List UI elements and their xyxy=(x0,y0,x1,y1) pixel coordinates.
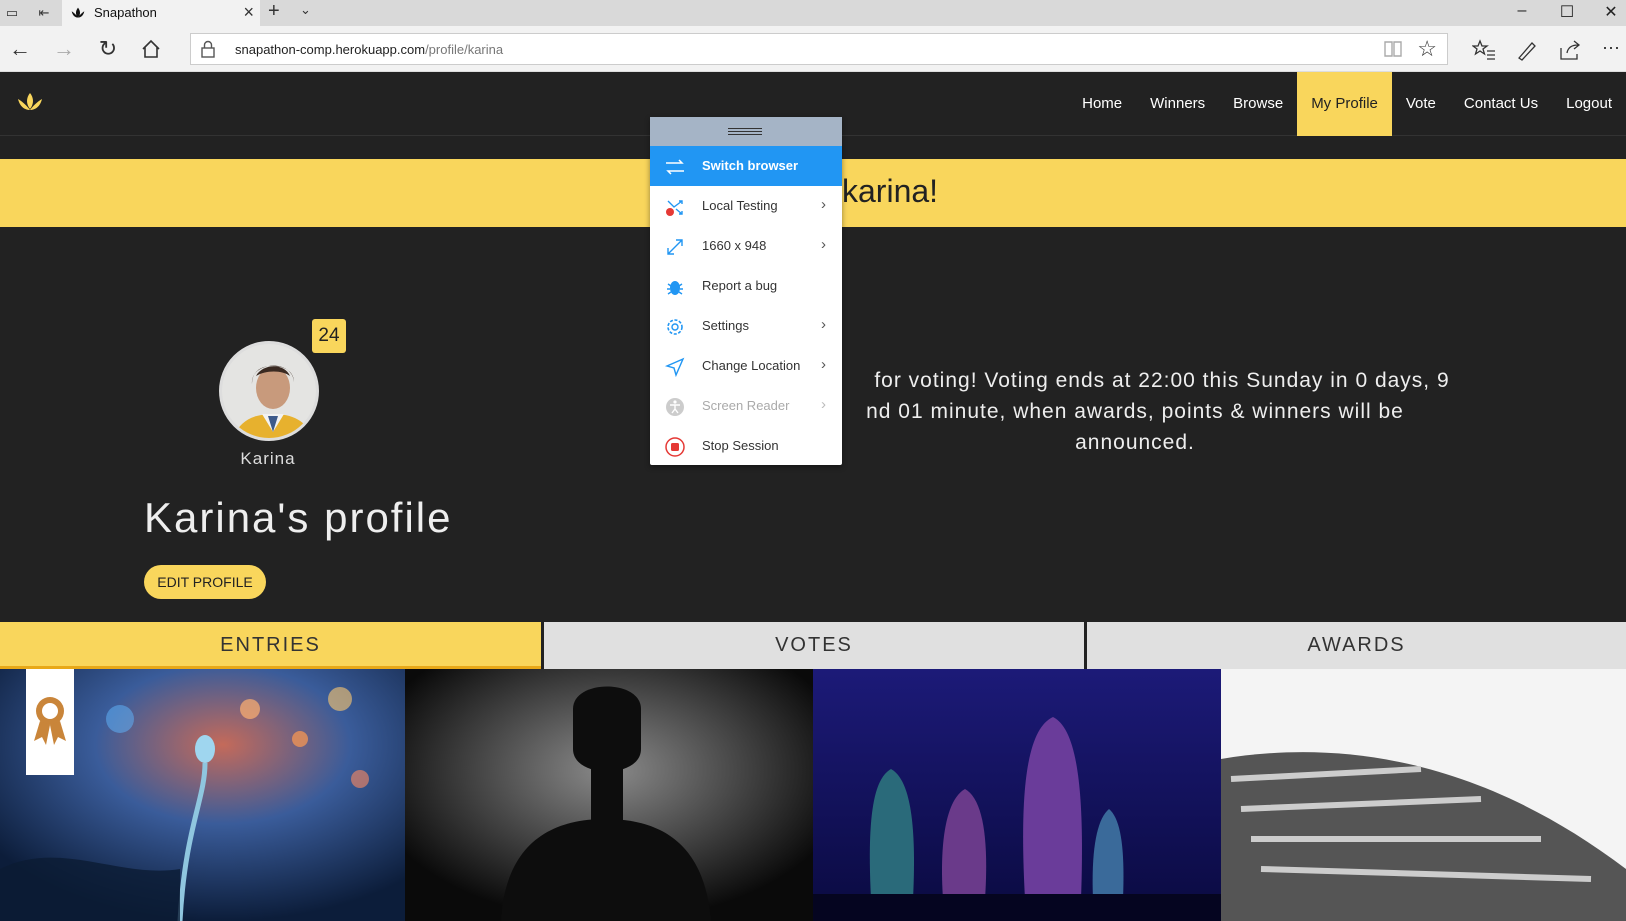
avatar[interactable] xyxy=(219,341,319,441)
tab-list-chevron-icon[interactable]: ⌄ xyxy=(300,2,311,18)
menu-item-switch-browser[interactable]: Switch browser xyxy=(650,146,842,186)
chevron-right-icon: › xyxy=(821,316,826,333)
tab-actions-icon[interactable]: ▭ xyxy=(2,3,22,23)
resize-icon xyxy=(667,239,683,255)
local-testing-icon xyxy=(666,200,683,216)
lotus-logo-icon[interactable] xyxy=(16,90,44,116)
new-tab-icon[interactable]: + xyxy=(268,0,280,23)
profile-tabs: ENTRIES VOTES AWARDS xyxy=(0,622,1626,669)
nav-vote[interactable]: Vote xyxy=(1392,72,1450,136)
switch-browser-icon xyxy=(666,159,684,175)
nav-logout[interactable]: Logout xyxy=(1552,72,1626,136)
avatar-username: Karina xyxy=(240,449,296,468)
pen-icon[interactable] xyxy=(1515,38,1539,62)
forward-icon[interactable]: → xyxy=(50,35,78,63)
voting-message-line-3: announced. xyxy=(1075,431,1195,454)
menu-item-stop-session[interactable]: Stop Session xyxy=(650,426,842,466)
voting-countdown-message: for voting! Voting ends at 22:00 this Su… xyxy=(820,365,1450,458)
welcome-text: karina! xyxy=(842,173,939,209)
browser-tab[interactable]: Snapathon × xyxy=(62,0,260,26)
refresh-icon[interactable]: ↻ xyxy=(94,35,122,63)
close-tab-icon[interactable]: × xyxy=(243,2,254,23)
lock-icon xyxy=(201,40,215,58)
page-title: Karina's profile xyxy=(144,494,453,541)
chevron-right-icon: › xyxy=(821,356,826,373)
home-icon[interactable] xyxy=(140,38,162,60)
edit-profile-button[interactable]: EDIT PROFILE xyxy=(144,565,266,599)
browser-tab-bar: ▭ ⇤ Snapathon × + ⌄ – ☐ ✕ xyxy=(0,0,1626,26)
drag-handle[interactable] xyxy=(650,117,842,146)
entry-photo-silhouette[interactable] xyxy=(405,669,813,921)
entry-photo-building[interactable] xyxy=(1221,669,1626,921)
nav-contact-us[interactable]: Contact Us xyxy=(1450,72,1552,136)
voting-message-line-2: nd 01 minute, when awards, points & winn… xyxy=(866,400,1404,423)
menu-item-change-location[interactable]: Change Location › xyxy=(650,346,842,386)
accessibility-icon xyxy=(666,398,684,416)
tab-votes[interactable]: VOTES xyxy=(541,622,1084,669)
maximize-icon[interactable]: ☐ xyxy=(1552,2,1582,22)
stop-icon xyxy=(665,437,685,457)
gear-icon xyxy=(667,319,683,335)
share-icon[interactable] xyxy=(1558,38,1582,62)
tab-awards[interactable]: AWARDS xyxy=(1084,622,1626,669)
snapathon-favicon-icon xyxy=(71,7,85,18)
nav-my-profile[interactable]: My Profile xyxy=(1297,72,1392,136)
tab-title: Snapathon xyxy=(94,5,157,20)
menu-item-resolution[interactable]: 1660 x 948 › xyxy=(650,226,842,266)
chevron-right-icon: › xyxy=(821,196,826,213)
nav-home[interactable]: Home xyxy=(1068,72,1136,136)
url-text: snapathon-comp.herokuapp.com/profile/kar… xyxy=(235,42,504,57)
bug-icon xyxy=(667,281,683,295)
entry-photo-city-night[interactable] xyxy=(813,669,1221,921)
nav-winners[interactable]: Winners xyxy=(1136,72,1219,136)
chevron-right-icon: › xyxy=(821,396,826,413)
favorites-hub-icon[interactable] xyxy=(1472,38,1496,62)
more-options-icon[interactable]: ⋯ xyxy=(1602,38,1626,62)
voting-message-line-1: for voting! Voting ends at 22:00 this Su… xyxy=(874,369,1450,392)
set-aside-tabs-icon[interactable]: ⇤ xyxy=(34,3,54,23)
reading-view-icon[interactable] xyxy=(1383,40,1403,58)
points-badge: 24 xyxy=(312,319,346,353)
close-window-icon[interactable]: ✕ xyxy=(1596,2,1626,22)
entries-gallery xyxy=(0,669,1626,921)
avatar-portrait xyxy=(222,344,316,438)
nav-browse[interactable]: Browse xyxy=(1219,72,1297,136)
main-nav: Home Winners Browse My Profile Vote Cont… xyxy=(1068,72,1626,136)
back-icon[interactable]: ← xyxy=(6,35,34,63)
menu-item-screen-reader[interactable]: Screen Reader › xyxy=(650,386,842,426)
address-bar[interactable]: snapathon-comp.herokuapp.com/profile/kar… xyxy=(190,33,1448,65)
award-ribbon-icon xyxy=(26,669,74,775)
minimize-icon[interactable]: – xyxy=(1507,2,1537,20)
menu-item-report-bug[interactable]: Report a bug xyxy=(650,266,842,306)
menu-item-local-testing[interactable]: Local Testing › xyxy=(650,186,842,226)
menu-item-settings[interactable]: Settings › xyxy=(650,306,842,346)
chevron-right-icon: › xyxy=(821,236,826,253)
tab-entries[interactable]: ENTRIES xyxy=(0,622,541,669)
browser-toolbar: ← → ↻ snapathon-comp.herokuapp.com/profi… xyxy=(0,26,1626,72)
location-arrow-icon xyxy=(664,357,685,378)
favorite-star-icon[interactable]: ☆ xyxy=(1417,36,1437,62)
session-toolbar-menu: Switch browser Local Testing › 1660 x 94… xyxy=(650,117,842,465)
